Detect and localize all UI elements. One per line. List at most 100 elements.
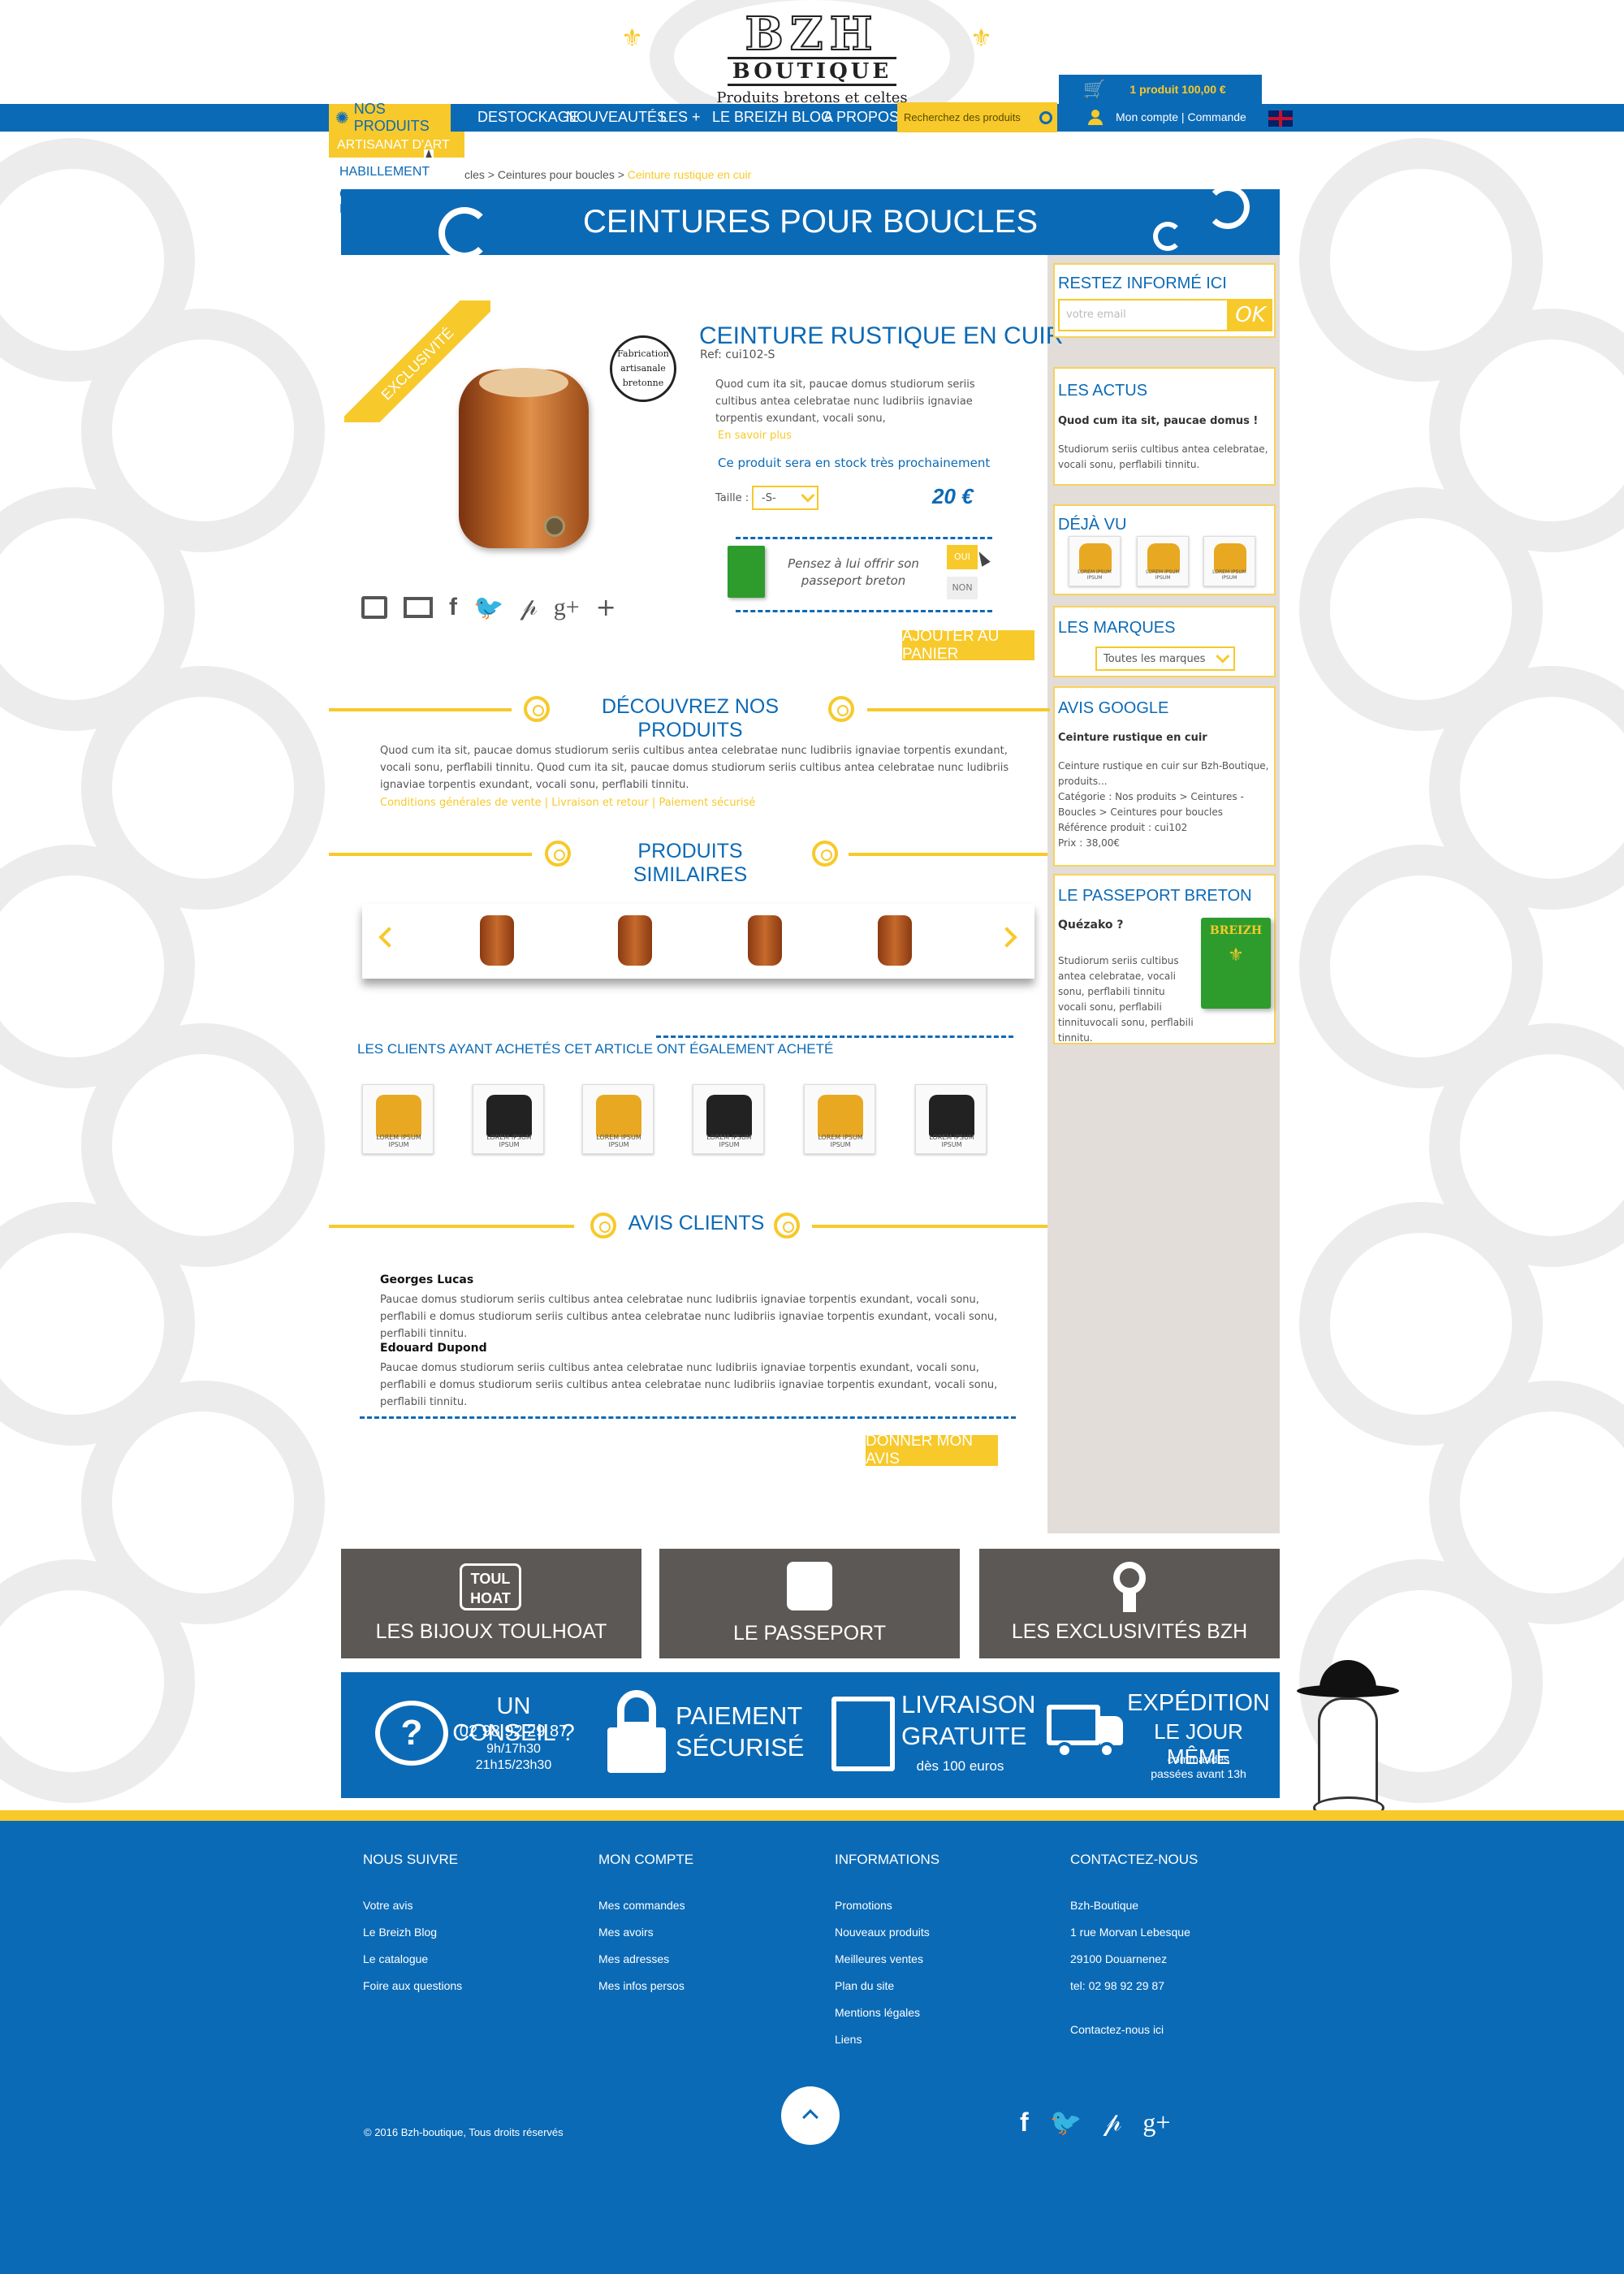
chevron-right-icon[interactable] bbox=[996, 927, 1017, 948]
triskell-icon bbox=[1206, 185, 1250, 229]
submenu-item-habillement[interactable]: HABILLEMENT bbox=[329, 158, 464, 184]
similar-carousel bbox=[362, 904, 1034, 979]
product-thumb[interactable] bbox=[480, 915, 514, 966]
footer-account: MON COMPTE Mes commandes Mes avoirs Mes … bbox=[598, 1852, 694, 1992]
passport-feature[interactable]: LE PASSEPORT bbox=[659, 1549, 960, 1658]
product-thumb[interactable]: LOREM IPSUM IPSUM bbox=[693, 1084, 764, 1154]
product-title: CEINTURE RUSTIQUE EN CUIR bbox=[699, 322, 1064, 349]
passport-text: Studiorum seriis cultibus antea celebrat… bbox=[1058, 955, 1194, 1044]
search-box[interactable]: Recherchez des produits bbox=[897, 102, 1057, 132]
cart-summary: 1 produit 100,00 € bbox=[1129, 83, 1226, 96]
product-thumb[interactable] bbox=[878, 915, 912, 966]
logo-bzh: BZH bbox=[744, 7, 879, 61]
order-link[interactable]: Commande bbox=[1187, 110, 1246, 123]
product-thumb[interactable]: LOREM IPSUM IPSUM bbox=[1203, 536, 1255, 586]
triskell-icon: ✺ bbox=[335, 108, 349, 128]
submenu-item-artisanat[interactable]: ARTISANAT D'ART bbox=[329, 132, 464, 158]
hermine-icon: ⚜ bbox=[970, 24, 992, 53]
product-thumb[interactable]: LOREM IPSUM IPSUM bbox=[1069, 536, 1121, 586]
product-thumb[interactable]: LOREM IPSUM IPSUM bbox=[362, 1084, 434, 1154]
share-bar: f 🐦 𝓅 g+ + bbox=[361, 591, 646, 624]
truck-icon bbox=[1035, 1705, 1125, 1762]
handmade-badge: Fabrication artisanale bretonne bbox=[610, 335, 676, 402]
uk-flag-icon[interactable] bbox=[1268, 110, 1293, 127]
search-input[interactable]: Recherchez des produits bbox=[904, 111, 1021, 123]
news-headline[interactable]: Quod cum ita sit, paucae domus ! bbox=[1055, 400, 1274, 427]
nav-item-nouveautes[interactable]: NOUVEAUTÉS bbox=[566, 109, 667, 126]
cart-widget[interactable]: 🛒 1 produit 100,00 € bbox=[1059, 75, 1262, 104]
product-thumb[interactable]: LOREM IPSUM IPSUM bbox=[582, 1084, 654, 1154]
product-thumb[interactable]: LOREM IPSUM IPSUM bbox=[1137, 536, 1189, 586]
chevron-left-icon[interactable] bbox=[378, 927, 400, 948]
section-divider bbox=[867, 708, 1050, 711]
celtic-knot-icon bbox=[545, 841, 571, 867]
facebook-icon[interactable]: f bbox=[1020, 2108, 1029, 2138]
google-reviews-box: AVIS GOOGLE Ceinture rustique en cuir Ce… bbox=[1053, 686, 1276, 867]
more-icon[interactable]: + bbox=[596, 594, 616, 622]
passport-no-button[interactable]: NON bbox=[947, 577, 978, 599]
recently-viewed-box: DÉJÀ VU LOREM IPSUM IPSUM LOREM IPSUM IP… bbox=[1053, 504, 1276, 595]
review-text: Paucae domus studiorum seriis cultibus a… bbox=[380, 1294, 998, 1340]
delivery-form-icon bbox=[831, 1697, 895, 1771]
review-item: Edouard Dupond Paucae domus studiorum se… bbox=[380, 1342, 1013, 1411]
twitter-icon[interactable]: 🐦 bbox=[1050, 2107, 1082, 2138]
newsletter-box: RESTEZ INFORMÉ ICI votre email OK bbox=[1053, 263, 1276, 338]
mail-icon[interactable] bbox=[404, 597, 433, 618]
account-link[interactable]: Mon compte | Commande bbox=[1116, 110, 1246, 123]
breadcrumb-current: Ceinture rustique en cuir bbox=[627, 168, 752, 181]
category-banner: CEINTURES POUR BOUCLES bbox=[341, 185, 1280, 259]
product-image[interactable] bbox=[451, 353, 597, 564]
footer-accent bbox=[0, 1810, 1624, 1821]
google-plus-icon[interactable]: g+ bbox=[1142, 2108, 1170, 2138]
chevron-up-icon bbox=[802, 2109, 818, 2125]
passport-yes-button[interactable]: OUI bbox=[947, 545, 978, 569]
product-thumb[interactable] bbox=[748, 915, 782, 966]
facebook-icon[interactable]: f bbox=[449, 594, 457, 621]
lock-icon bbox=[607, 1690, 666, 1775]
passport-icon bbox=[787, 1562, 832, 1610]
section-divider bbox=[329, 708, 512, 711]
user-icon bbox=[1088, 110, 1103, 125]
breadcrumb: cles > Ceintures pour boucles > Ceinture… bbox=[464, 168, 752, 181]
passport-box: LE PASSEPORT BRETON Quézako ? Studiorum … bbox=[1053, 874, 1276, 1044]
add-to-cart-button[interactable]: AJOUTER AU PANIER bbox=[902, 628, 1034, 663]
scroll-top-button[interactable] bbox=[781, 2086, 840, 2145]
product-thumb[interactable]: LOREM IPSUM IPSUM bbox=[473, 1084, 544, 1154]
stock-status: Ce produit sera en stock très prochainem… bbox=[718, 456, 991, 470]
pinterest-icon[interactable]: 𝓅 bbox=[520, 594, 537, 621]
nav-item-destockage[interactable]: DESTOCKAGE bbox=[477, 109, 579, 126]
nav-item-blog[interactable]: LE BREIZH BLOG bbox=[712, 109, 832, 126]
award-icon bbox=[1113, 1562, 1146, 1594]
product-thumb[interactable] bbox=[618, 915, 652, 966]
product-description: Quod cum ita sit, paucae domus studiorum… bbox=[715, 378, 975, 425]
review-item: Georges Lucas Paucae domus studiorum ser… bbox=[380, 1273, 1013, 1342]
twitter-icon[interactable]: 🐦 bbox=[473, 594, 503, 622]
nav-item-les-plus[interactable]: LES + bbox=[660, 109, 701, 126]
policy-links[interactable]: Conditions générales de vente | Livraiso… bbox=[380, 797, 755, 809]
toulhoat-feature[interactable]: TOUL HOAT LES BIJOUX TOULHOAT bbox=[341, 1549, 641, 1658]
review-author: Edouard Dupond bbox=[380, 1342, 487, 1355]
passport-book-icon[interactable]: BREIZH ⚜ bbox=[1201, 918, 1271, 1009]
read-more-link[interactable]: En savoir plus bbox=[718, 430, 792, 442]
newsletter-ok-button[interactable]: OK bbox=[1229, 299, 1272, 331]
exclusives-feature[interactable]: LES EXCLUSIVITÉS BZH bbox=[979, 1549, 1280, 1658]
product-price: 20 € bbox=[932, 484, 974, 508]
product-thumb[interactable]: LOREM IPSUM IPSUM bbox=[915, 1084, 987, 1154]
size-select[interactable]: -S- bbox=[752, 486, 818, 510]
print-icon[interactable] bbox=[361, 596, 387, 619]
triskell-icon bbox=[438, 207, 490, 259]
size-label: Taille : bbox=[715, 492, 749, 504]
nav-item-nos-produits[interactable]: ✺ NOS PRODUITS bbox=[329, 101, 451, 134]
pinterest-icon[interactable]: 𝓅 bbox=[1104, 2107, 1122, 2138]
brands-select[interactable]: Toutes les marques bbox=[1095, 646, 1235, 671]
search-icon[interactable] bbox=[1039, 110, 1052, 124]
nav-item-a-propos[interactable]: A PROPOS bbox=[823, 109, 899, 126]
give-review-button[interactable]: DONNER MON AVIS bbox=[866, 1433, 998, 1468]
celtic-knot-icon bbox=[774, 1213, 800, 1239]
email-field[interactable]: votre email bbox=[1058, 299, 1229, 331]
google-plus-icon[interactable]: g+ bbox=[554, 594, 580, 621]
footer bbox=[0, 1821, 1624, 2274]
product-thumb[interactable]: LOREM IPSUM IPSUM bbox=[804, 1084, 875, 1154]
section-divider bbox=[329, 1225, 574, 1228]
logo[interactable]: BZH BOUTIQUE Produits bretons et celtes bbox=[690, 7, 934, 106]
